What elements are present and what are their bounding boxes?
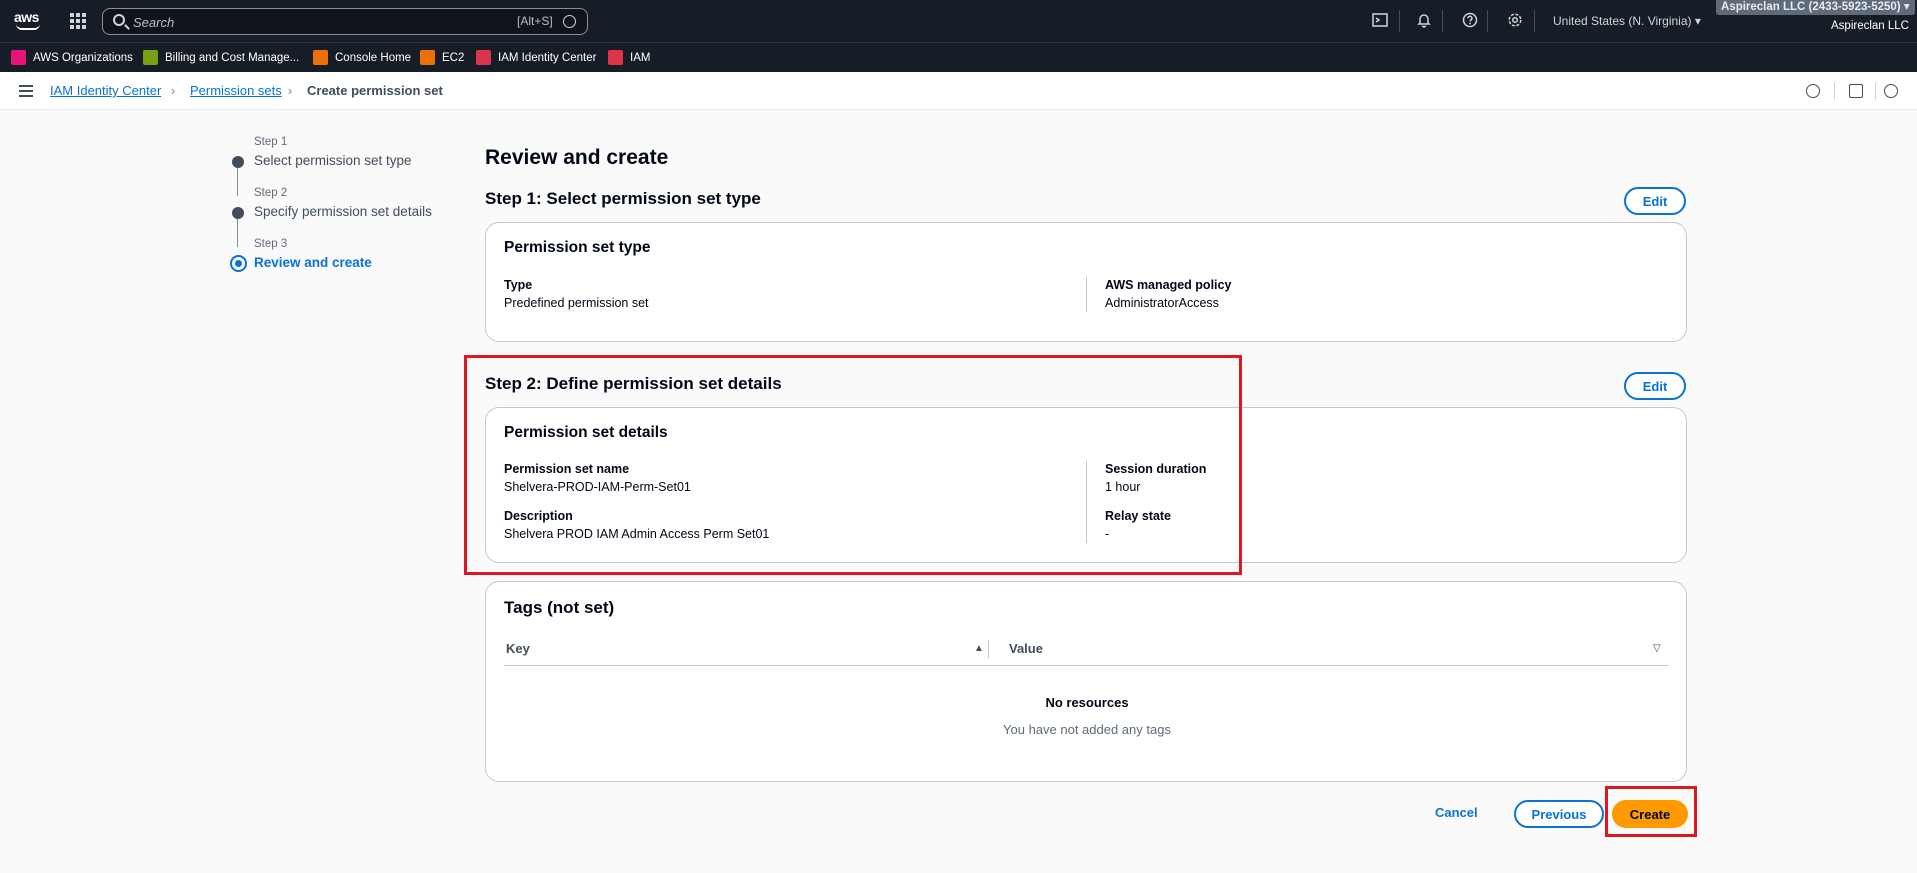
- session-duration-label: Session duration: [1105, 462, 1207, 476]
- step-dot-icon: [232, 207, 244, 219]
- step-number: Step 1: [254, 136, 288, 148]
- type-value: Predefined permission set: [504, 296, 649, 310]
- favorite-label: IAM Identity Center: [498, 51, 597, 64]
- policy-value: AdministratorAccess: [1105, 296, 1219, 310]
- iam-identity-center-icon: [476, 50, 491, 65]
- region-selector[interactable]: United States (N. Virginia) ▾: [1553, 14, 1701, 28]
- favorite-console-home[interactable]: Console Home: [313, 50, 411, 65]
- sort-descending-icon[interactable]: ▽: [1653, 643, 1661, 654]
- session-duration-value: 1 hour: [1105, 480, 1141, 494]
- nav-divider: [1534, 10, 1535, 32]
- favorite-label: IAM: [630, 51, 651, 64]
- util-divider: [1875, 82, 1876, 100]
- caret-down-icon: ▾: [1903, 1, 1910, 13]
- notifications-bell-icon[interactable]: [1415, 12, 1433, 30]
- step-dot-icon: [232, 156, 244, 168]
- column-resizer[interactable]: [988, 640, 989, 658]
- favorite-label: EC2: [442, 51, 465, 64]
- step-title[interactable]: Specify permission set details: [254, 204, 432, 219]
- step-title: Review and create: [254, 255, 372, 270]
- nav-divider: [1399, 10, 1400, 32]
- util-divider: [1834, 82, 1835, 100]
- cloudshell-icon[interactable]: [1371, 12, 1389, 30]
- nav-divider: [1487, 10, 1488, 32]
- favorite-iam-identity-center[interactable]: IAM Identity Center: [476, 50, 596, 65]
- tags-card: Tags (not set) Key ▲ Value ▽ No resource…: [485, 581, 1687, 782]
- card-title: Permission set details: [504, 424, 668, 441]
- edit-step2-button[interactable]: Edit: [1624, 372, 1686, 400]
- breadcrumb-iam-identity-center[interactable]: IAM Identity Center: [50, 83, 161, 98]
- favorite-label: AWS Organizations: [33, 51, 133, 64]
- favorites-bar: AWS Organizations Billing and Cost Manag…: [0, 42, 1917, 72]
- column-header-key[interactable]: Key: [506, 641, 530, 656]
- caret-down-icon: ▾: [1694, 14, 1701, 28]
- aws-logo[interactable]: aws: [14, 9, 44, 33]
- create-button[interactable]: Create: [1612, 800, 1688, 828]
- favorite-iam[interactable]: IAM: [608, 50, 650, 65]
- step-number: Step 3: [254, 238, 288, 250]
- previous-button[interactable]: Previous: [1514, 800, 1604, 828]
- sort-ascending-icon[interactable]: ▲: [974, 643, 984, 654]
- favorite-label: Billing and Cost Manage...: [165, 51, 300, 64]
- breadcrumb-bar: IAM Identity Center › Permission sets › …: [0, 72, 1917, 110]
- favorite-label: Console Home: [335, 51, 412, 64]
- relay-state-value: -: [1105, 527, 1110, 541]
- menu-hamburger-icon[interactable]: [19, 85, 33, 97]
- favorite-billing[interactable]: Billing and Cost Manage...: [143, 50, 299, 65]
- billing-icon: [143, 50, 158, 65]
- name-value: Shelvera-PROD-IAM-Perm-Set01: [504, 480, 691, 494]
- split-panel-icon[interactable]: [1849, 84, 1863, 98]
- search-box[interactable]: [Alt+S]: [102, 8, 588, 35]
- help-icon[interactable]: [1461, 12, 1479, 30]
- iam-icon: [608, 50, 623, 65]
- feedback-icon[interactable]: [1884, 84, 1898, 98]
- account-name[interactable]: Aspireclan LLC: [1831, 20, 1909, 32]
- tags-table-header: Key ▲ Value ▽: [504, 632, 1668, 666]
- search-input[interactable]: [133, 12, 513, 32]
- column-divider: [1086, 461, 1087, 543]
- description-label: Description: [504, 509, 573, 523]
- permission-set-details-card: Permission set details Permission set na…: [485, 407, 1687, 563]
- breadcrumb-permission-sets[interactable]: Permission sets: [190, 83, 282, 98]
- column-divider: [1086, 277, 1087, 312]
- step-number: Step 2: [254, 187, 288, 199]
- chevron-right-icon: ›: [288, 83, 293, 98]
- policy-label: AWS managed policy: [1105, 278, 1232, 292]
- relay-state-label: Relay state: [1105, 509, 1172, 523]
- column-header-value[interactable]: Value: [1009, 641, 1043, 656]
- step1-heading: Step 1: Select permission set type: [485, 189, 761, 208]
- aws-organizations-icon: [11, 50, 26, 65]
- search-shortcut: [Alt+S]: [517, 14, 553, 28]
- chevron-right-icon: ›: [171, 83, 176, 98]
- step2-heading: Step 2: Define permission set details: [485, 374, 782, 393]
- settings-gear-icon[interactable]: [1506, 12, 1524, 30]
- empty-state-description: You have not added any tags: [1003, 722, 1171, 737]
- services-grid-icon[interactable]: [70, 13, 86, 29]
- ec2-icon: [420, 50, 435, 65]
- name-label: Permission set name: [504, 462, 630, 476]
- card-title: Permission set type: [504, 239, 651, 256]
- nav-divider: [1442, 10, 1443, 32]
- cancel-button[interactable]: Cancel: [1435, 805, 1478, 820]
- console-home-icon: [313, 50, 328, 65]
- info-icon[interactable]: [1806, 84, 1820, 98]
- account-badge[interactable]: Aspireclan LLC (2433-5923-5250) ▾: [1716, 0, 1915, 15]
- breadcrumb-current: Create permission set: [307, 83, 443, 98]
- account-badge-label: Aspireclan LLC (2433-5923-5250): [1721, 1, 1901, 13]
- favorite-ec2[interactable]: EC2: [420, 50, 464, 65]
- edit-step1-button[interactable]: Edit: [1624, 187, 1686, 215]
- permission-set-type-card: Permission set type Type Predefined perm…: [485, 222, 1687, 342]
- description-value: Shelvera PROD IAM Admin Access Perm Set0…: [504, 527, 770, 541]
- empty-state-title: No resources: [1045, 695, 1129, 710]
- page-title: Review and create: [485, 146, 669, 169]
- favorite-aws-organizations[interactable]: AWS Organizations: [11, 50, 133, 65]
- type-label: Type: [504, 278, 533, 292]
- top-navigation: aws [Alt+S] United States (N. Virginia) …: [0, 0, 1917, 42]
- tags-title: Tags (not set): [504, 598, 615, 617]
- step-title[interactable]: Select permission set type: [254, 153, 412, 168]
- region-label: United States (N. Virginia): [1553, 14, 1692, 28]
- search-clear-icon[interactable]: [563, 15, 576, 28]
- search-icon: [113, 14, 125, 26]
- step-current-icon: [230, 255, 247, 272]
